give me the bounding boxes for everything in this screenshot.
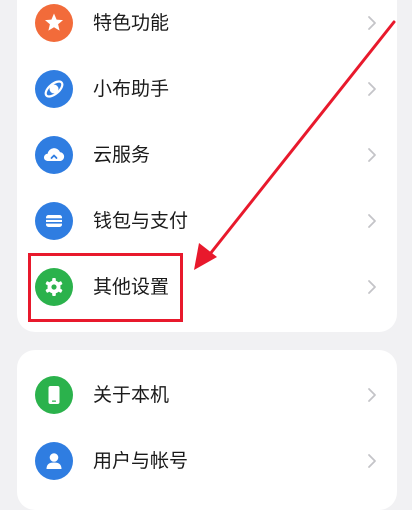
chevron-right-icon: [363, 452, 381, 470]
chevron-right-icon: [363, 386, 381, 404]
settings-item-label: 云服务: [93, 144, 151, 166]
chevron-right-icon: [363, 278, 381, 296]
user-icon: [35, 442, 73, 480]
settings-item-wallet[interactable]: 钱包与支付: [17, 188, 397, 254]
settings-item-about-phone[interactable]: 关于本机: [17, 362, 397, 428]
star-icon: [35, 4, 73, 42]
wallet-icon: [35, 202, 73, 240]
settings-item-label: 用户与帐号: [93, 450, 189, 472]
settings-item-label: 小布助手: [93, 78, 170, 100]
settings-item-label: 特色功能: [93, 12, 170, 34]
phone-icon: [35, 376, 73, 414]
settings-item-user-account[interactable]: 用户与帐号: [17, 428, 397, 494]
chevron-right-icon: [363, 146, 381, 164]
settings-item-cloud[interactable]: 云服务: [17, 122, 397, 188]
chevron-right-icon: [363, 14, 381, 32]
highlight-box: [28, 253, 183, 322]
settings-item-assistant[interactable]: 小布助手: [17, 56, 397, 122]
chevron-right-icon: [363, 80, 381, 98]
settings-item-label: 关于本机: [93, 384, 170, 406]
cloud-icon: [35, 136, 73, 174]
chevron-right-icon: [363, 212, 381, 230]
settings-item-label: 钱包与支付: [93, 210, 189, 232]
settings-card-2: 关于本机 用户与帐号: [17, 350, 397, 510]
assistant-icon: [35, 70, 73, 108]
settings-item-features[interactable]: 特色功能: [17, 0, 397, 56]
